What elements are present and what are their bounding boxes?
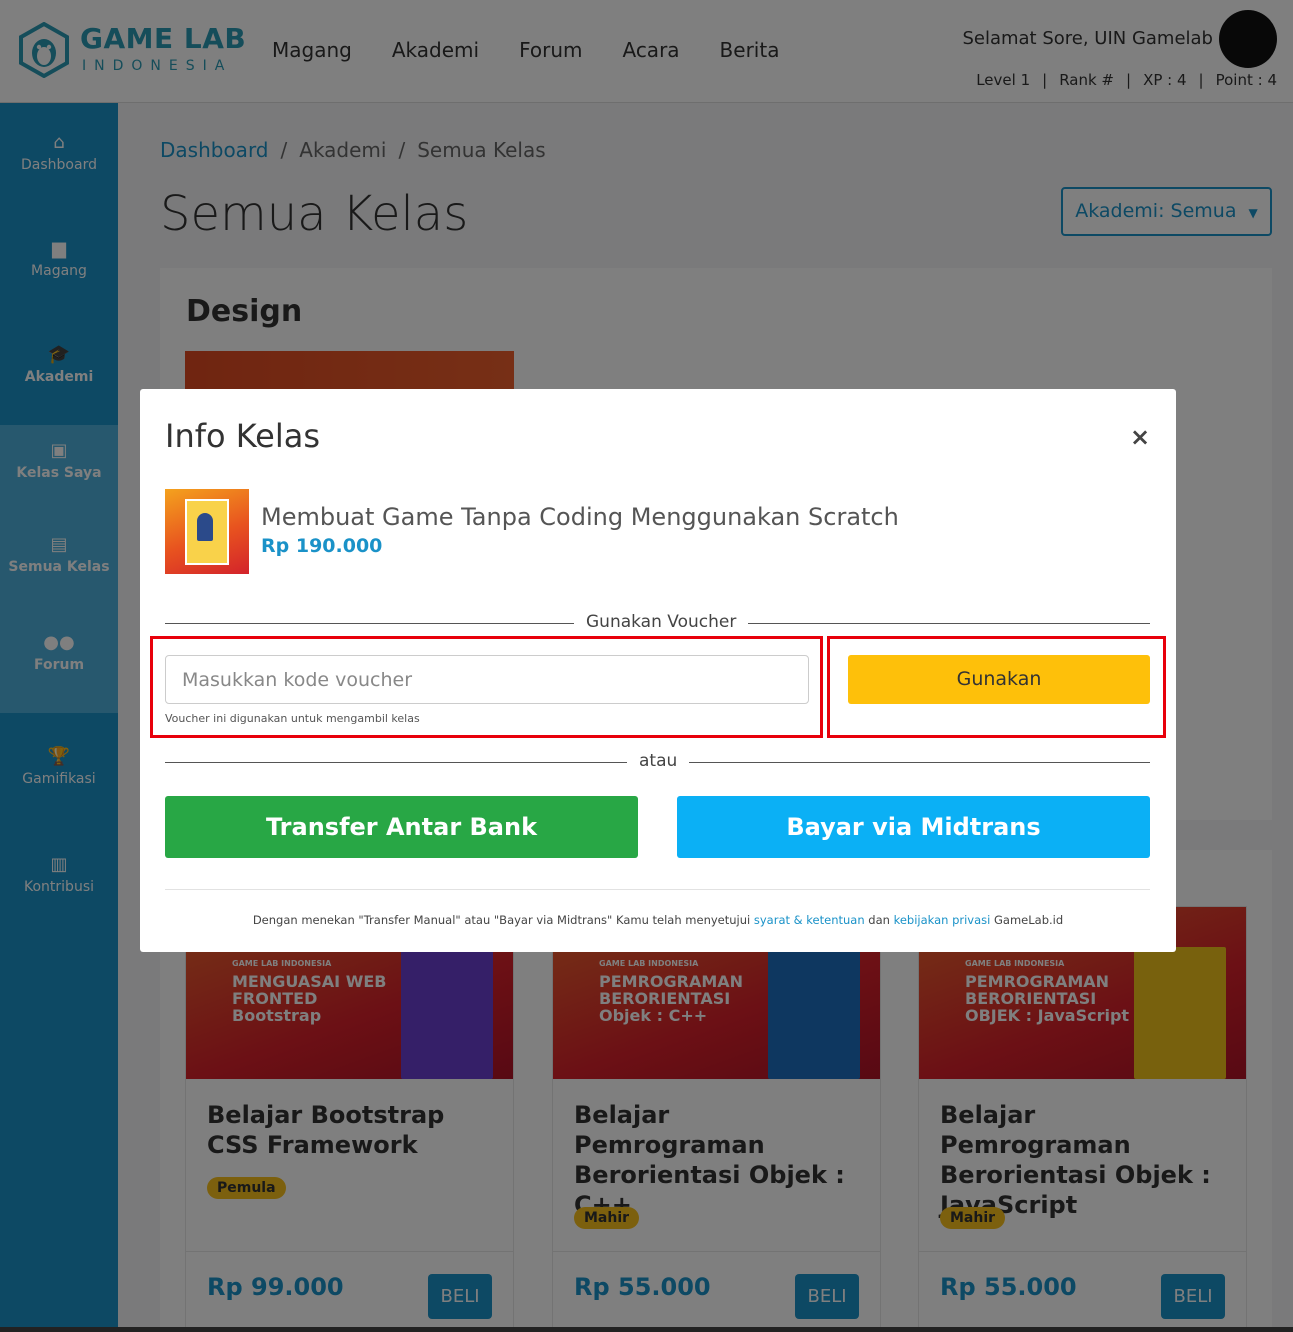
modal-course-price: Rp 190.000: [261, 535, 383, 557]
terms-link[interactable]: syarat & ketentuan: [754, 913, 865, 927]
course-thumbnail: [165, 489, 249, 574]
window-bottom-edge: [0, 1327, 1293, 1332]
modal-course-name: Membuat Game Tanpa Coding Menggunakan Sc…: [261, 503, 899, 531]
terms-prefix: Dengan menekan "Transfer Manual" atau "B…: [252, 913, 751, 927]
privacy-link[interactable]: kebijakan privasi: [894, 913, 991, 927]
terms-mid: dan: [868, 913, 890, 927]
close-icon[interactable]: ×: [1130, 425, 1150, 449]
info-kelas-modal: Info Kelas × Membuat Game Tanpa Coding M…: [140, 389, 1176, 952]
highlight-box: [150, 636, 823, 738]
character-image: [197, 513, 213, 541]
modal-title: Info Kelas: [165, 417, 320, 455]
midtrans-pay-button[interactable]: Bayar via Midtrans: [677, 796, 1150, 858]
or-divider-label: atau: [627, 751, 690, 771]
voucher-divider-label: Gunakan Voucher: [574, 612, 749, 632]
transfer-bank-button[interactable]: Transfer Antar Bank: [165, 796, 638, 858]
modal-footer-divider: [165, 889, 1150, 890]
terms-text: Dengan menekan "Transfer Manual" atau "B…: [140, 913, 1176, 927]
terms-suffix: GameLab.id: [994, 913, 1064, 927]
highlight-box: [827, 636, 1166, 738]
